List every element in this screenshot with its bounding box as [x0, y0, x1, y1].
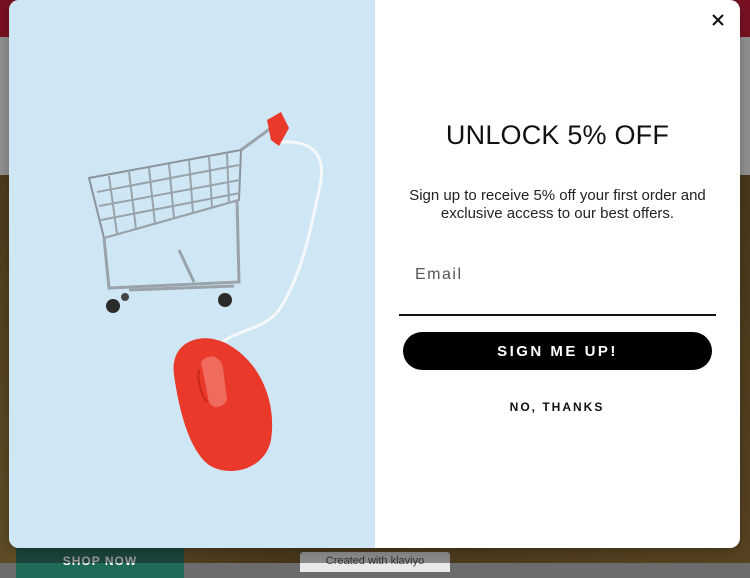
close-icon[interactable] [708, 10, 728, 30]
popup-content: UNLOCK 5% OFF Sign up to receive 5% off … [375, 0, 740, 548]
email-input[interactable] [399, 252, 716, 298]
sign-me-up-button[interactable]: SIGN ME UP! [403, 332, 712, 370]
close-button[interactable] [708, 10, 728, 30]
email-field-wrapper [399, 252, 716, 316]
popup-subtext: Sign up to receive 5% off your first ord… [409, 187, 706, 222]
popup-headline: UNLOCK 5% OFF [445, 120, 670, 150]
popup-image [9, 0, 375, 548]
cart-and-mouse-illustration [9, 0, 375, 548]
signup-popup: UNLOCK 5% OFF Sign up to receive 5% off … [9, 0, 740, 548]
no-thanks-button[interactable]: NO, THANKS [457, 396, 657, 418]
